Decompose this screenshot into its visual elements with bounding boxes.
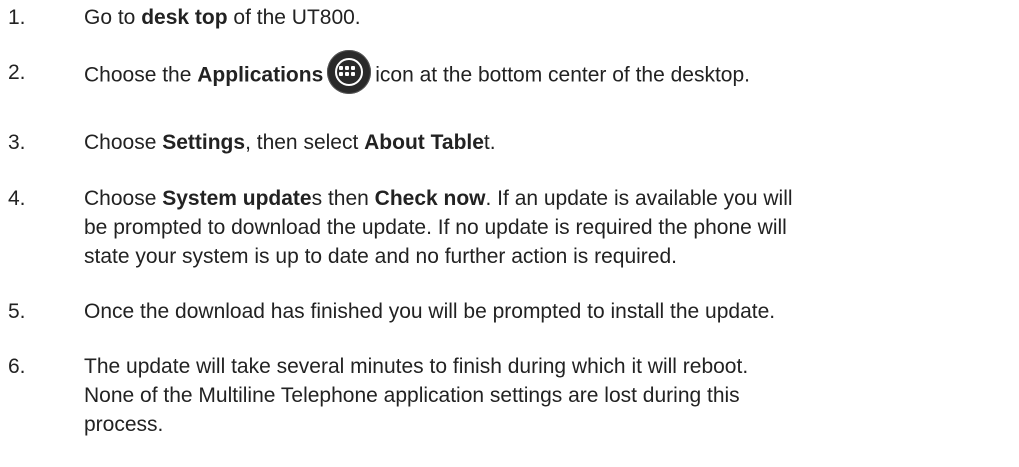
text-line: process. <box>84 413 164 436</box>
bold-term: Check now <box>374 187 486 210</box>
text-run: t. <box>483 131 496 154</box>
step-number: 1. <box>8 6 26 29</box>
text-line: The update will take several minutes to … <box>84 355 749 378</box>
step-number: 6. <box>8 355 26 378</box>
step-text: Choose Settings, then select About Table… <box>84 128 1014 157</box>
text-run: Go to <box>84 6 142 29</box>
text-run: Choose <box>84 187 163 210</box>
step-text: The update will take several minutes to … <box>84 352 1014 439</box>
text-run: , then select <box>245 131 365 154</box>
step-text: Choose the Applications icon at the botto… <box>84 50 1014 94</box>
text-run: Choose the <box>84 63 198 87</box>
bold-term: System update <box>162 187 312 210</box>
step-text: Once the download has finished you will … <box>84 300 776 323</box>
text-line: None of the Multiline Telephone applicat… <box>84 384 740 407</box>
step-text: Go to desk top of the UT800. <box>84 3 1014 32</box>
bold-term: Applications <box>197 63 324 87</box>
bold-term: About Table <box>364 131 484 154</box>
bold-term: desk top <box>141 6 228 29</box>
step-number: 5. <box>8 300 26 323</box>
step-number: 2. <box>8 61 26 84</box>
text-run: of the UT800. <box>227 6 361 29</box>
step-number: 4. <box>8 187 26 210</box>
text-run: s then <box>311 187 375 210</box>
bold-term: Settings <box>162 131 246 154</box>
step-text: Choose System updates then Check now. If… <box>84 184 1014 271</box>
text-run: icon at the bottom center of the desktop… <box>375 63 750 87</box>
text-run: Choose <box>84 131 163 154</box>
step-number: 3. <box>8 131 26 154</box>
text-run: . If an update is available you will <box>485 187 793 210</box>
text-line: Choose System updates then Check now. If… <box>84 184 1014 213</box>
applications-icon <box>327 50 372 94</box>
text-line: state your system is up to date and no f… <box>84 245 677 268</box>
text-line: be prompted to download the update. If n… <box>84 216 787 239</box>
